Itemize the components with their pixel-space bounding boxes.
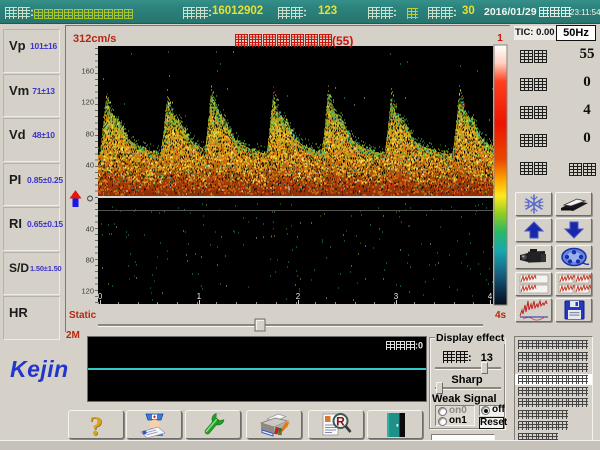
svg-text:1: 1 [197,292,202,301]
svg-text:4: 4 [488,292,493,301]
svg-text:1: 1 [497,33,503,44]
svg-text:80: 80 [86,256,94,265]
svg-text:312cm/s: 312cm/s [73,33,116,45]
svg-text:Static: Static [69,310,97,321]
svg-text:160: 160 [81,67,94,76]
svg-text:R: R [336,414,345,428]
svg-text:0: 0 [98,292,103,301]
svg-text:40: 40 [86,225,94,234]
svg-text:40: 40 [86,161,94,170]
svg-text:?: ? [89,411,103,439]
svg-text:4s: 4s [495,310,507,321]
svg-text:2: 2 [296,292,301,301]
svg-text:120: 120 [81,287,94,296]
svg-text:3: 3 [394,292,399,301]
svg-text:80: 80 [86,130,94,139]
svg-text:120: 120 [81,98,94,107]
